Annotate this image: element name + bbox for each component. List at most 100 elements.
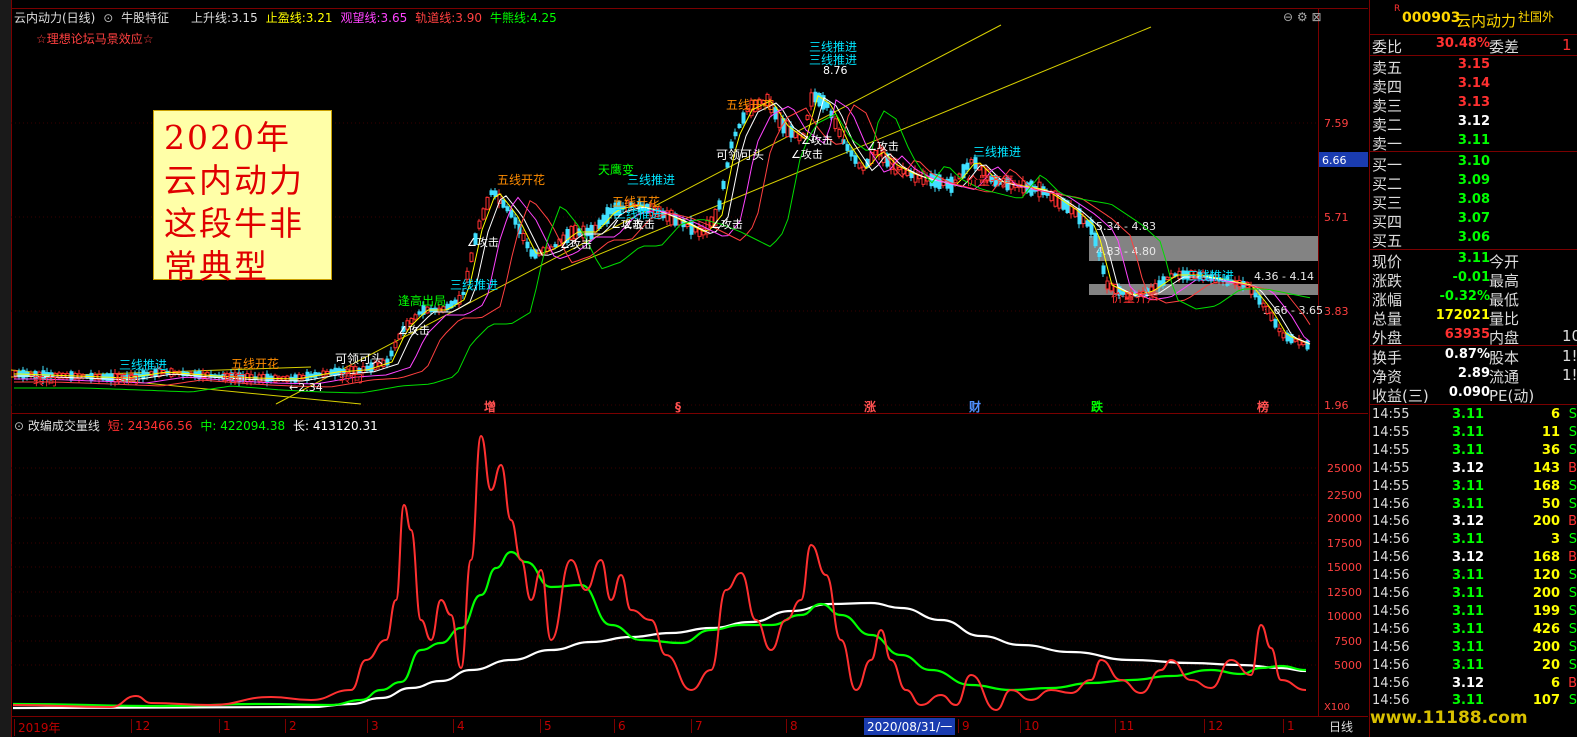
tick-side: S (1568, 407, 1577, 422)
tick-price: 3.11 (1452, 442, 1485, 458)
signal-label: 三线推进 (450, 278, 498, 292)
candle (389, 350, 394, 357)
signal-label: 价量齐声 (966, 173, 1014, 188)
candle (1261, 302, 1266, 308)
low-price-label: ←2.34 (289, 381, 323, 394)
candle (305, 371, 310, 382)
buy-level-row: 买五 3.06 (1370, 230, 1577, 250)
chevron-down-icon[interactable]: ⊙ (14, 419, 24, 433)
candle (845, 144, 850, 151)
event-marker[interactable]: 跌 (1091, 399, 1104, 414)
quote-value: -0.32% (1439, 289, 1491, 304)
tick-time: 14:55 (1372, 442, 1410, 458)
tick-price: 3.11 (1452, 693, 1485, 709)
candle (321, 370, 326, 377)
signal-label: 三线推进 (119, 358, 167, 372)
candle (1265, 305, 1270, 315)
period-label[interactable]: 日线 (1329, 718, 1353, 735)
watermark: www.11188.com (1370, 708, 1528, 728)
settings-icon[interactable]: ⚙ (1297, 10, 1308, 24)
candle (509, 209, 514, 218)
tick-row: 14:55 3.11 36 S (1370, 443, 1577, 461)
volume-multiplier: X100 (1324, 702, 1350, 713)
tick-side: S (1568, 621, 1577, 637)
volume-tick: 25000 (1327, 462, 1362, 475)
candle (469, 252, 474, 262)
tick-price: 3.11 (1452, 478, 1485, 494)
box-range-label: 4.36 - 4.14 (1254, 270, 1314, 283)
candle (1105, 280, 1110, 290)
tick-time: 14:56 (1372, 639, 1410, 655)
stock-name[interactable]: 云内动力 (1456, 10, 1516, 31)
chart-controls[interactable]: ⊖ ⚙ ⊠ (1283, 10, 1322, 24)
tick-time: 14:56 (1372, 621, 1410, 637)
signal-label: 三线推进 (973, 145, 1021, 159)
quote-label: 涨跌 (1372, 272, 1403, 290)
stat-row: 外盘 63935 内盘 10 (1370, 327, 1577, 347)
quote-panel: R 000903 云内动力 社国外 委比 30.48% 委差 1 卖五 3.15 卖… (1369, 0, 1577, 737)
candle (689, 220, 694, 235)
candle (485, 196, 490, 210)
candle (1269, 312, 1274, 321)
chevron-down-icon[interactable]: ⊙ (103, 11, 113, 25)
tick-row: 14:55 3.11 11 S (1370, 425, 1577, 443)
tick-side: S (1568, 568, 1577, 584)
signal-label: 可领可头 (335, 352, 383, 366)
indicator-tab[interactable]: 牛股特征 (121, 11, 169, 25)
quote-label: 净资 (1372, 368, 1403, 386)
candle (409, 317, 414, 325)
signal-label: 转向 (222, 370, 246, 385)
date-axis[interactable]: 2019年 12 1 2 3 4 5 6 7 8 9 10 11 12 1 2020/08/31/一 日线 (11, 717, 1368, 737)
indicator-line-label: 观望线: (340, 11, 381, 25)
tick-row: 14:56 3.11 199 S (1370, 604, 1577, 622)
stock-title[interactable]: 云内动力(日线) (14, 11, 95, 25)
quote-value: 3.12 (1457, 114, 1490, 129)
quote-label: 最高 (1489, 272, 1520, 290)
tick-row: 14:55 3.11 168 S (1370, 479, 1577, 497)
date-label: 11 (1115, 719, 1134, 733)
close-icon[interactable]: ⊠ (1311, 10, 1321, 24)
candle (481, 208, 486, 220)
signal-label: 三线推进 (627, 173, 675, 187)
date-label: 7 (691, 719, 703, 733)
tick-time: 14:56 (1372, 693, 1410, 709)
event-marker[interactable]: 涨 (864, 399, 876, 414)
date-label: 1 (1283, 719, 1295, 733)
candle (1253, 292, 1258, 298)
quote-value: 3.06 (1457, 230, 1490, 245)
sell-level-row: 卖三 3.13 (1370, 95, 1577, 115)
tick-volume: 200 (1532, 514, 1560, 530)
sell-level-row: 卖二 3.12 (1370, 114, 1577, 134)
quote-value: 0.87% (1444, 347, 1490, 362)
event-marker[interactable]: 财 (968, 399, 981, 414)
tick-volume: 168 (1532, 550, 1560, 566)
stock-code[interactable]: 000903 (1402, 10, 1460, 26)
tick-row: 14:56 3.12 200 B (1370, 514, 1577, 532)
quote-label: 卖四 (1372, 78, 1403, 96)
volume-tick: 10000 (1327, 610, 1362, 623)
sell-level-row: 卖四 3.14 (1370, 76, 1577, 96)
candle (1273, 319, 1278, 328)
minimize-icon[interactable]: ⊖ (1283, 10, 1293, 24)
quote-label: PE(动) (1489, 387, 1535, 405)
tick-side: S (1568, 586, 1577, 601)
volume-title[interactable]: 改编成交量线 (28, 419, 100, 433)
event-marker[interactable]: 增 (484, 399, 496, 414)
quote-label: 买四 (1372, 213, 1403, 231)
event-marker[interactable]: § (675, 400, 681, 414)
quote-value: 3.09 (1457, 173, 1490, 188)
candle (505, 206, 510, 212)
candle (817, 93, 822, 107)
selected-date[interactable]: 2020/08/31/一 (864, 718, 956, 735)
indicator-line-label: 上升线: (190, 11, 231, 25)
attack-signal: ∠攻击 (467, 235, 499, 249)
signal-label: 转向 (33, 373, 57, 388)
tick-volume: 199 (1532, 603, 1560, 619)
weibi-value: 30.48% (1435, 36, 1490, 51)
event-marker[interactable]: 榜 (1257, 399, 1269, 414)
candle (393, 341, 398, 349)
candle (1093, 232, 1098, 247)
tick-side: S (1568, 442, 1577, 458)
tick-volume: 200 (1532, 586, 1560, 601)
date-label: 5 (540, 719, 552, 733)
